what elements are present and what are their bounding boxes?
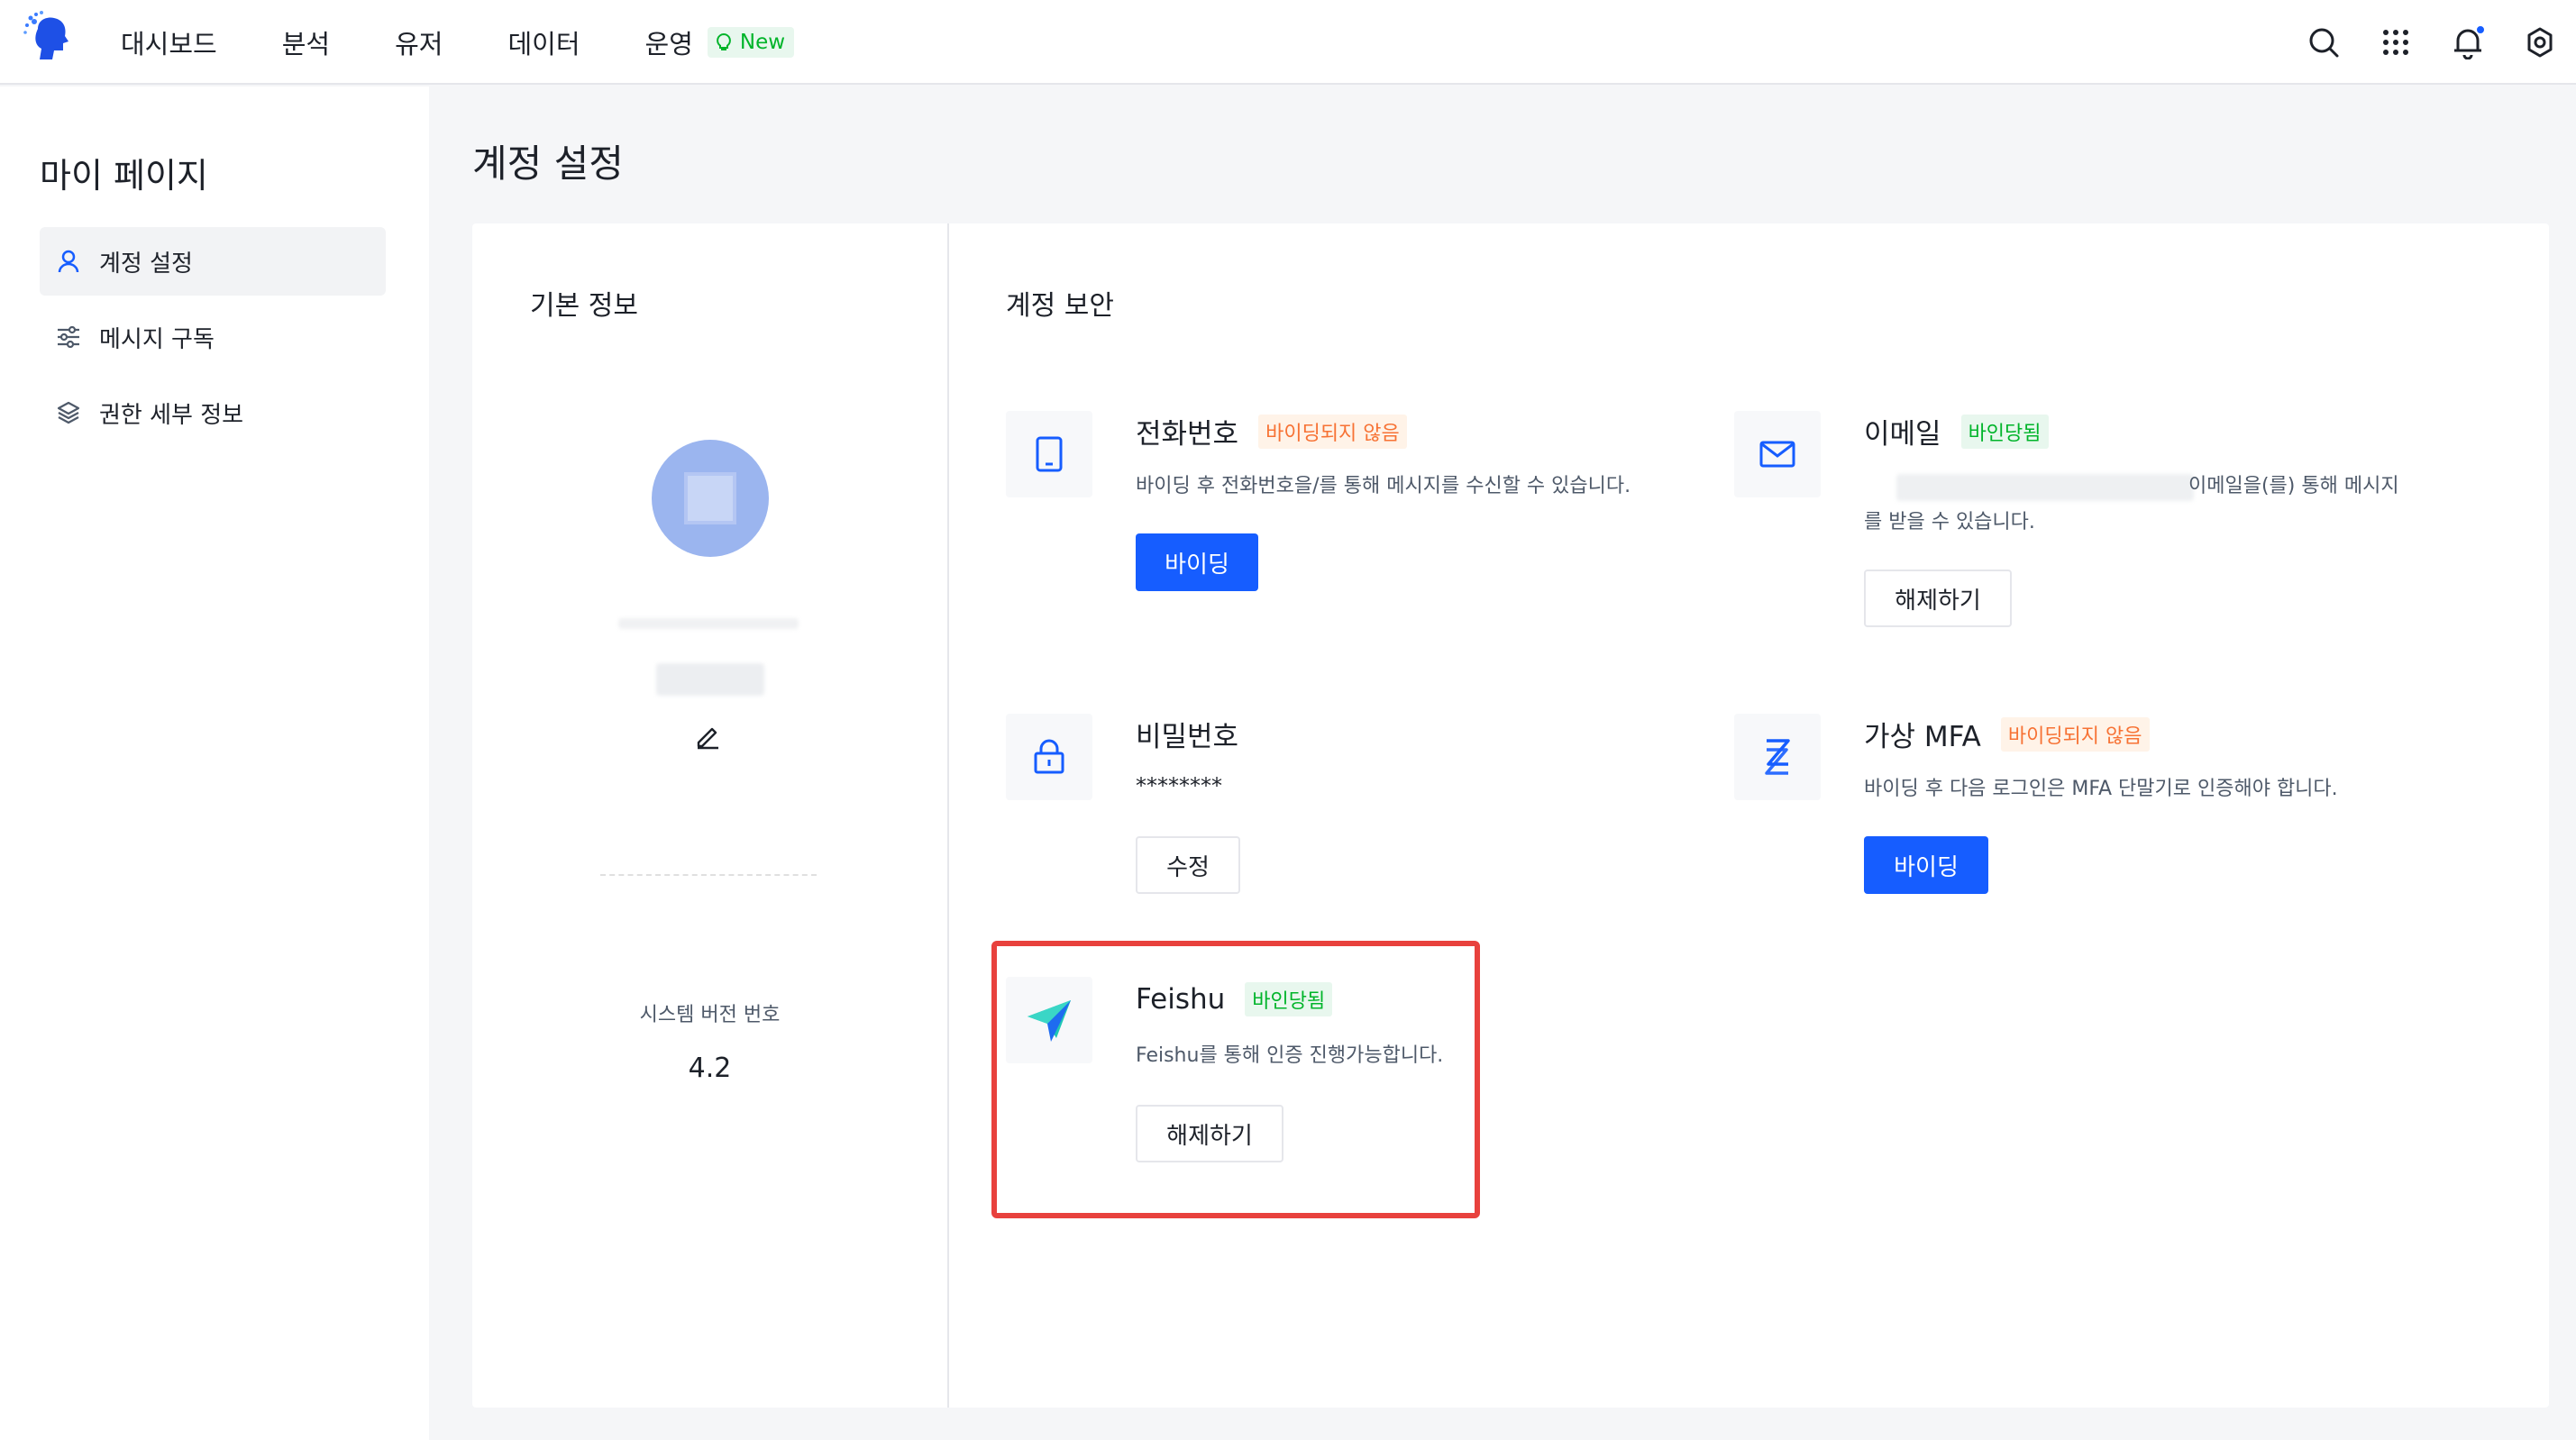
email-unbind-button[interactable]: 해제하기 — [1864, 570, 2012, 627]
phone-icon-box — [1006, 411, 1092, 497]
email-section: 이메일 바인당됨 — [1864, 411, 2049, 451]
main-nav: 대시보드 분석 유저 데이터 운영 New — [121, 0, 859, 85]
column-divider — [947, 223, 949, 1408]
bell-icon[interactable] — [2448, 23, 2488, 62]
sidebar-item-account-settings[interactable]: 계정 설정 — [40, 227, 386, 296]
lightbulb-icon — [716, 32, 731, 50]
notification-dot — [2475, 24, 2486, 35]
top-nav: 대시보드 분석 유저 데이터 운영 New — [0, 0, 2576, 85]
password-section: 비밀번호 — [1136, 714, 1238, 754]
sidebar-title: 마이 페이지 — [40, 156, 208, 196]
nav-actions — [2271, 0, 2560, 85]
mfa-description: 바이딩 후 다음 로그인은 MFA 단말기로 인증해야 합니다. — [1864, 778, 2338, 800]
phone-section: 전화번호 바이딩되지 않음 — [1136, 411, 1407, 451]
mfa-label: 가상 MFA — [1864, 721, 1981, 753]
user-icon — [56, 249, 81, 274]
nav-data[interactable]: 데이터 — [507, 23, 580, 61]
user-id-placeholder — [656, 663, 764, 696]
edit-icon[interactable] — [694, 723, 721, 750]
nav-label: 유저 — [395, 29, 443, 59]
sync-arrows-icon — [1765, 739, 1790, 775]
nav-operations[interactable]: 운영 New — [645, 23, 795, 61]
email-description-line2: 를 받을 수 있습니다. — [1864, 511, 2035, 533]
password-icon-box — [1006, 714, 1092, 800]
basic-info-title: 기본 정보 — [530, 290, 638, 322]
layers-icon — [56, 400, 81, 425]
feishu-highlight-box — [991, 941, 1480, 1218]
sidebar-item-label: 계정 설정 — [99, 250, 193, 278]
sidebar-item-label: 권한 세부 정보 — [99, 401, 244, 429]
avatar[interactable] — [652, 440, 769, 557]
nav-dashboard[interactable]: 대시보드 — [121, 23, 217, 61]
email-label: 이메일 — [1864, 418, 1941, 451]
password-masked-value: ******** — [1136, 773, 1222, 798]
sliders-icon — [56, 324, 81, 350]
version-label: 시스템 버전 번호 — [639, 1004, 781, 1026]
phone-status-badge: 바이딩되지 않음 — [1258, 414, 1407, 449]
version-value: 4.2 — [688, 1053, 732, 1084]
phone-label: 전화번호 — [1136, 418, 1239, 451]
mfa-status-badge: 바이딩되지 않음 — [2000, 716, 2150, 752]
apps-grid-icon[interactable] — [2376, 23, 2416, 62]
mail-icon — [1759, 441, 1795, 468]
mfa-section: 가상 MFA 바이딩되지 않음 — [1864, 714, 2150, 754]
new-badge-label: New — [739, 31, 786, 54]
new-badge: New — [707, 27, 795, 58]
sidebar: 마이 페이지 계정 설정 메시지 구독 권한 세부 정보 — [0, 87, 429, 1440]
brain-logo-icon[interactable] — [22, 9, 76, 63]
account-security-title: 계정 보안 — [1006, 290, 1114, 322]
email-status-badge: 바인당됨 — [1960, 414, 2049, 449]
gear-icon[interactable] — [2520, 23, 2560, 62]
username-placeholder — [618, 618, 799, 629]
sidebar-item-permission-details[interactable]: 권한 세부 정보 — [40, 378, 386, 447]
email-description: 이메일을(를) 통해 메시지 — [2188, 475, 2399, 497]
nav-analysis[interactable]: 분석 — [282, 23, 330, 61]
mfa-bind-button[interactable]: 바이딩 — [1864, 836, 1988, 894]
nav-label: 데이터 — [507, 29, 580, 59]
nav-users[interactable]: 유저 — [395, 23, 443, 61]
phone-bind-button[interactable]: 바이딩 — [1136, 533, 1258, 591]
settings-card: 기본 정보 시스템 버전 번호 4.2 계정 보안 전화번호 바이딩되지 않음 … — [472, 223, 2549, 1408]
page-title: 계정 설정 — [472, 141, 624, 186]
sidebar-item-label: 메시지 구독 — [99, 325, 215, 353]
search-icon[interactable] — [2304, 23, 2343, 62]
nav-label: 운영 — [644, 29, 693, 59]
sidebar-menu: 계정 설정 메시지 구독 권한 세부 정보 — [40, 227, 386, 454]
nav-label: 분석 — [281, 29, 331, 59]
avatar-image — [684, 472, 736, 524]
phone-description: 바이딩 후 전화번호을/를 통해 메시지를 수신할 수 있습니다. — [1136, 475, 1631, 497]
password-edit-button[interactable]: 수정 — [1136, 836, 1240, 894]
email-address-placeholder — [1896, 474, 2194, 501]
mobile-phone-icon — [1036, 436, 1063, 472]
nav-label: 대시보드 — [121, 29, 217, 59]
email-icon-box — [1734, 411, 1821, 497]
divider-dashed — [600, 874, 817, 876]
mfa-icon-box — [1734, 714, 1821, 800]
sidebar-item-message-subscription[interactable]: 메시지 구독 — [40, 303, 386, 371]
password-label: 비밀번호 — [1136, 721, 1239, 753]
lock-icon — [1034, 739, 1064, 774]
